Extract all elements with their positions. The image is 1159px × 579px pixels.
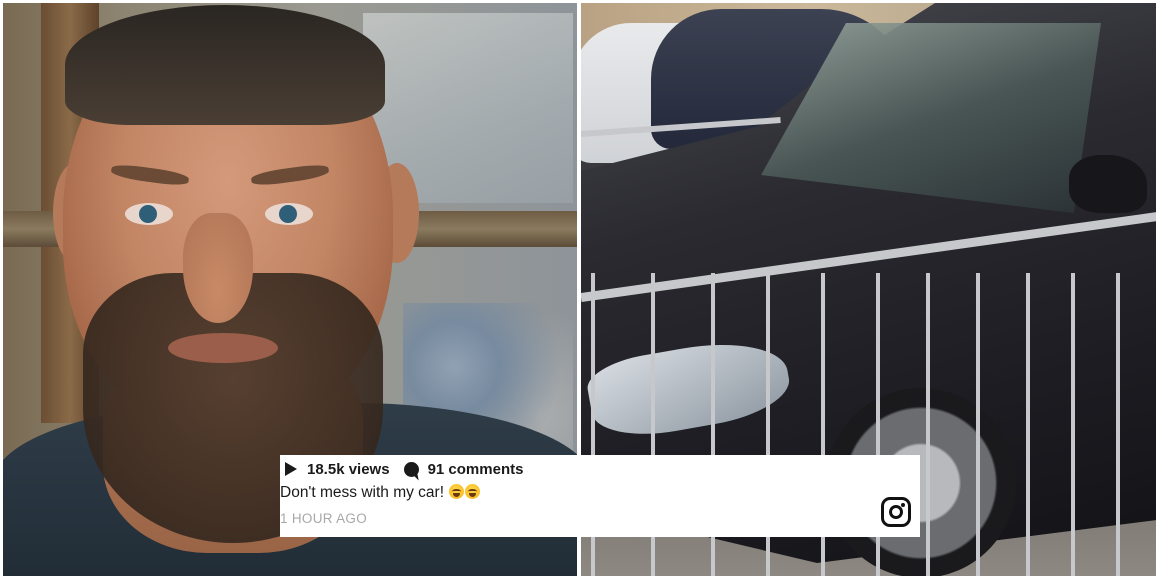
- laughing-emoji-icon: [448, 484, 481, 501]
- views-count: 18.5k views: [307, 460, 390, 478]
- post-caption: Don't mess with my car!: [280, 484, 481, 502]
- caption-text: Don't mess with my car!: [280, 484, 445, 501]
- instagram-caption-card: 18.5k views 91 comments Don't mess with …: [280, 455, 920, 537]
- comment-bubble-icon: [403, 461, 419, 477]
- play-icon: [285, 462, 297, 476]
- comments-count[interactable]: 91 comments: [428, 461, 524, 478]
- post-stats: 18.5k views 91 comments: [282, 459, 523, 479]
- post-timestamp: 1 HOUR AGO: [280, 511, 368, 526]
- instagram-icon[interactable]: [881, 497, 911, 527]
